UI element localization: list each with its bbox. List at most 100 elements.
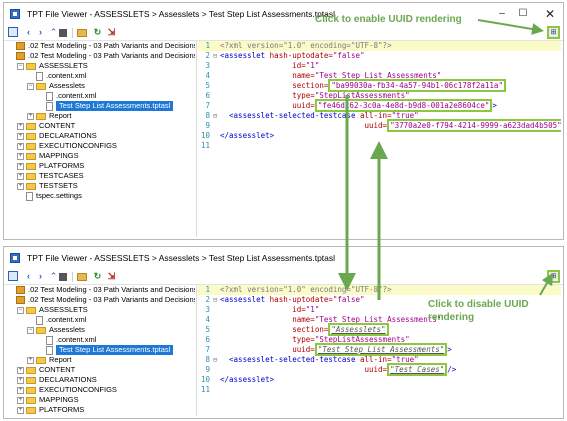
expander-icon[interactable]: + — [27, 356, 34, 364]
expander-icon[interactable]: + — [17, 396, 24, 404]
expander-icon[interactable]: + — [17, 142, 24, 150]
stop-icon[interactable] — [59, 29, 67, 37]
tree-item-label[interactable]: .content.xml — [56, 91, 96, 101]
tree-item-label[interactable]: Test Step List Assessments.tptasl — [56, 345, 174, 355]
expander-icon[interactable]: + — [17, 152, 24, 160]
uuid-toggle-button[interactable]: ⊞ — [547, 270, 560, 283]
tree-item-label[interactable]: .content.xml — [56, 335, 96, 345]
tree-item-label[interactable]: CONTENT — [39, 121, 75, 131]
expander-icon[interactable]: + — [17, 122, 24, 130]
tree-item-label[interactable]: DECLARATIONS — [39, 131, 97, 141]
tree-item[interactable]: .content.xml — [37, 91, 96, 101]
tree-item[interactable]: − ASSESSLETS — [17, 305, 88, 315]
fold-icon[interactable]: ⊟ — [213, 51, 217, 61]
tree-item-label[interactable]: MAPPINGS — [39, 395, 79, 405]
fold-icon[interactable]: ⊟ — [213, 295, 217, 305]
expander-icon[interactable]: + — [17, 386, 24, 394]
tree-item[interactable]: − ASSESSLETS — [17, 61, 88, 71]
tree-item-label[interactable]: .02 Test Modeling - 03 Path Variants and… — [28, 285, 195, 295]
tree-item-label[interactable]: ASSESSLETS — [39, 61, 88, 71]
tree-item-label[interactable]: Test Step List Assessments.tptasl — [56, 101, 174, 111]
fold-icon[interactable]: ⊟ — [213, 111, 217, 121]
tree-item[interactable]: + MAPPINGS — [17, 151, 79, 161]
tree-item-label[interactable]: Report — [49, 111, 72, 121]
tree-item[interactable]: + DECLARATIONS — [17, 375, 97, 385]
tree-item-label[interactable]: .content.xml — [46, 315, 86, 325]
view-icon[interactable] — [8, 271, 18, 281]
refresh-icon[interactable]: ↻ — [92, 271, 103, 282]
tree-item[interactable]: + EXECUTIONCONFIGS — [17, 385, 117, 395]
tree-item-label[interactable]: PLATFORMS — [39, 161, 84, 171]
tree-item[interactable]: .02 Test Modeling - 03 Path Variants and… — [7, 295, 195, 305]
expander-icon[interactable]: + — [17, 366, 24, 374]
tree-item[interactable]: Test Step List Assessments.tptasl — [37, 101, 174, 111]
stop-icon[interactable] — [59, 273, 67, 281]
tree-item[interactable]: +TESTCASES — [17, 415, 84, 416]
expander-icon[interactable]: + — [17, 172, 24, 180]
tree-item[interactable]: .02 Test Modeling - 03 Path Variants and… — [7, 41, 195, 51]
expander-icon[interactable]: − — [17, 62, 24, 70]
up-icon[interactable]: ⌃ — [48, 271, 59, 282]
fold-icon[interactable]: ⊟ — [213, 355, 217, 365]
back-icon[interactable]: ‹ — [23, 27, 34, 38]
tree-item-label[interactable]: EXECUTIONCONFIGS — [39, 141, 117, 151]
forward-icon[interactable]: › — [35, 27, 46, 38]
expander-icon[interactable]: − — [27, 326, 34, 334]
expander-icon[interactable]: + — [27, 112, 34, 120]
tree-item[interactable]: + MAPPINGS — [17, 395, 79, 405]
export-icon[interactable]: ⇲ — [106, 27, 117, 38]
close-button[interactable]: ✕ — [542, 6, 558, 22]
tree-item[interactable]: + Report — [27, 111, 72, 121]
back-icon[interactable]: ‹ — [23, 271, 34, 282]
tree-item-label[interactable]: CONTENT — [39, 365, 75, 375]
tree-item[interactable]: + CONTENT — [17, 365, 75, 375]
tree-item[interactable]: + CONTENT — [17, 121, 75, 131]
tree-item-label[interactable]: tspec.settings — [36, 191, 82, 201]
tree-item-label[interactable]: .02 Test Modeling - 03 Path Variants and… — [28, 295, 195, 305]
refresh-icon[interactable]: ↻ — [92, 27, 103, 38]
tree-item[interactable]: .content.xml — [27, 71, 86, 81]
up-icon[interactable]: ⌃ — [48, 27, 59, 38]
expander-icon[interactable]: − — [27, 82, 34, 90]
tree-item-label[interactable]: Assesslets — [49, 81, 85, 91]
tree-item[interactable]: + Report — [27, 355, 72, 365]
tree-item[interactable]: + TESTCASES — [17, 171, 84, 181]
tree-item[interactable]: + TESTSETS — [17, 181, 78, 191]
tree-item-label[interactable]: DECLARATIONS — [39, 375, 97, 385]
tree-item[interactable]: − Assesslets — [27, 325, 85, 335]
tree-item-label[interactable]: EXECUTIONCONFIGS — [39, 385, 117, 395]
view-icon[interactable] — [8, 27, 18, 37]
tree-item-label[interactable]: Assesslets — [49, 325, 85, 335]
forward-icon[interactable]: › — [35, 271, 46, 282]
maximize-button[interactable]: ☐ — [515, 6, 531, 22]
tree-item[interactable]: Test Step List Assessments.tptasl — [37, 345, 174, 355]
tree-item-label[interactable]: ASSESSLETS — [39, 305, 88, 315]
tree-item-label[interactable]: TESTCASES — [39, 171, 84, 181]
tree-item-label[interactable]: PLATFORMS — [39, 405, 84, 415]
tree-item-label[interactable]: .02 Test Modeling - 03 Path Variants and… — [28, 51, 195, 61]
tree-item[interactable]: .content.xml — [27, 315, 86, 325]
folder-icon[interactable] — [77, 273, 87, 281]
tree-item[interactable]: + PLATFORMS — [17, 405, 84, 415]
xml-editor[interactable]: 1 <?xml version="1.0" encoding="UTF-8"?> 2… — [198, 41, 561, 237]
tree-item-label[interactable]: Report — [49, 355, 72, 365]
tree-item[interactable]: + DECLARATIONS — [17, 131, 97, 141]
tree-item-label[interactable]: TESTCASES — [39, 415, 84, 416]
uuid-toggle-button[interactable]: ⊞ — [547, 26, 560, 39]
tree-item[interactable]: .02 Test Modeling - 03 Path Variants and… — [7, 285, 195, 295]
expander-icon[interactable]: + — [17, 406, 24, 414]
expander-icon[interactable]: + — [17, 162, 24, 170]
tree-item[interactable]: .content.xml — [37, 335, 96, 345]
pane-divider[interactable] — [196, 41, 197, 237]
expander-icon[interactable]: + — [17, 376, 24, 384]
pane-divider[interactable] — [196, 285, 197, 416]
export-icon[interactable]: ⇲ — [106, 271, 117, 282]
expander-icon[interactable]: + — [17, 132, 24, 140]
minimize-button[interactable]: – — [494, 6, 510, 22]
tree-item[interactable]: + EXECUTIONCONFIGS — [17, 141, 117, 151]
expander-icon[interactable]: + — [17, 182, 24, 190]
tree-item-label[interactable]: .content.xml — [46, 71, 86, 81]
folder-icon[interactable] — [77, 29, 87, 37]
tree-item[interactable]: + PLATFORMS — [17, 161, 84, 171]
tree-item-label[interactable]: .02 Test Modeling - 03 Path Variants and… — [28, 41, 195, 51]
